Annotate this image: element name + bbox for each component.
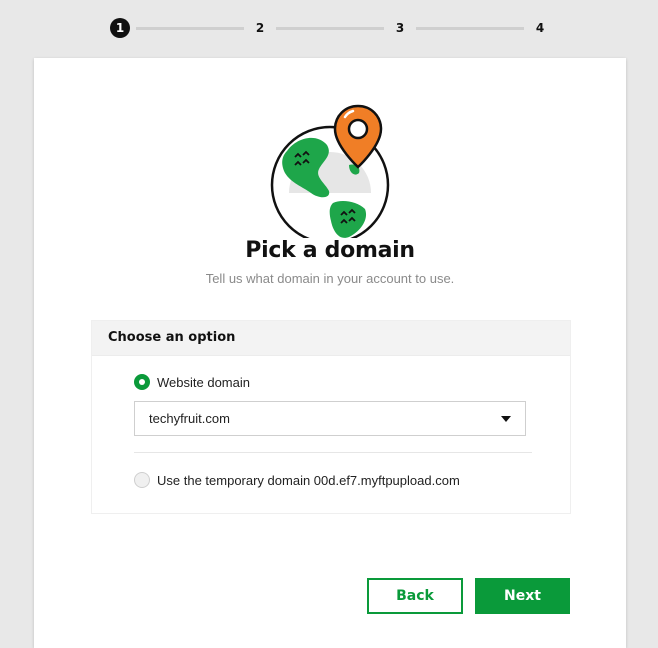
domain-select[interactable]: techyfruit.com [134,401,526,436]
step-1-indicator: 1 [110,18,130,38]
temporary-domain-radio[interactable] [134,472,150,488]
domain-options-panel: Choose an option Website domain techyfru… [91,320,571,514]
page-subtitle: Tell us what domain in your account to u… [205,271,455,286]
options-heading: Choose an option [92,321,570,356]
globe-with-location-pin-icon [270,104,390,238]
step-connector [276,27,384,30]
step-connector [136,27,244,30]
domain-select-value: techyfruit.com [149,411,230,426]
temporary-domain-option[interactable]: Use the temporary domain 00d.ef7.myftpup… [134,472,460,488]
step-connector [416,27,524,30]
page-title: Pick a domain [245,238,415,263]
step-4-indicator: 4 [535,21,545,35]
website-domain-option[interactable]: Website domain [134,374,250,390]
step-2-indicator: 2 [255,21,265,35]
website-domain-radio[interactable] [134,374,150,390]
step-3-indicator: 3 [395,21,405,35]
website-domain-label: Website domain [157,374,250,390]
domain-setup-card: Pick a domain Tell us what domain in you… [34,58,626,648]
temporary-domain-label: Use the temporary domain 00d.ef7.myftpup… [157,472,460,488]
options-divider [134,452,532,453]
progress-stepper: 1 2 3 4 [0,18,658,40]
caret-down-icon [501,416,511,422]
back-button[interactable]: Back [367,578,463,614]
next-button[interactable]: Next [475,578,570,614]
